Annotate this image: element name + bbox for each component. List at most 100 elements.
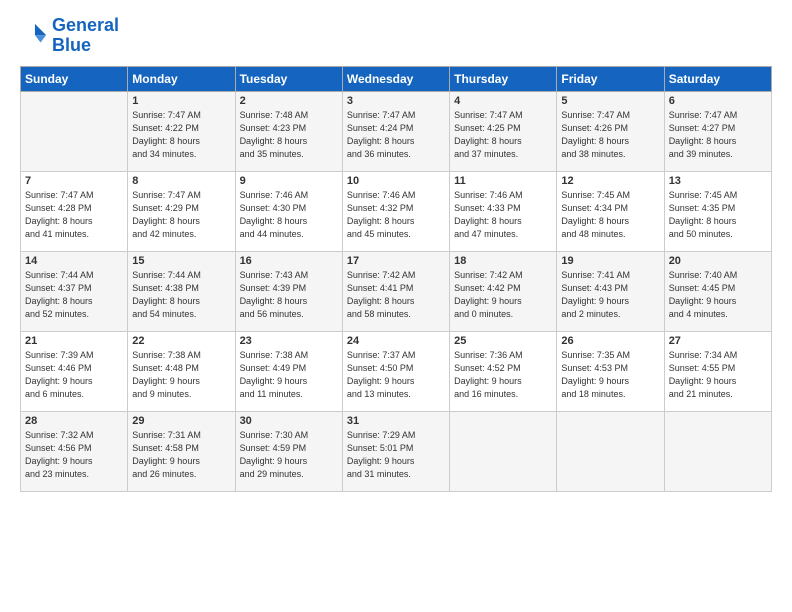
calendar-week-row: 7 Sunrise: 7:47 AM Sunset: 4:28 PM Daylig… (21, 171, 772, 251)
calendar-cell: 17 Sunrise: 7:42 AM Sunset: 4:41 PM Dayli… (342, 251, 449, 331)
day-content: Sunrise: 7:47 AM Sunset: 4:25 PM Dayligh… (454, 109, 552, 161)
day-content: Sunrise: 7:31 AM Sunset: 4:58 PM Dayligh… (132, 429, 230, 481)
day-content: Sunrise: 7:34 AM Sunset: 4:55 PM Dayligh… (669, 349, 767, 401)
day-number: 12 (561, 175, 659, 187)
day-content: Sunrise: 7:43 AM Sunset: 4:39 PM Dayligh… (240, 269, 338, 321)
day-content: Sunrise: 7:47 AM Sunset: 4:22 PM Dayligh… (132, 109, 230, 161)
day-content: Sunrise: 7:44 AM Sunset: 4:38 PM Dayligh… (132, 269, 230, 321)
calendar-cell: 29 Sunrise: 7:31 AM Sunset: 4:58 PM Dayli… (128, 411, 235, 491)
day-number: 31 (347, 415, 445, 427)
day-content: Sunrise: 7:38 AM Sunset: 4:48 PM Dayligh… (132, 349, 230, 401)
calendar-week-row: 14Sunrise: 7:44 AM Sunset: 4:37 PM Dayli… (21, 251, 772, 331)
weekday-header: Saturday (664, 66, 771, 91)
day-number: 16 (240, 255, 338, 267)
weekday-header: Tuesday (235, 66, 342, 91)
calendar-cell (450, 411, 557, 491)
day-content: Sunrise: 7:35 AM Sunset: 4:53 PM Dayligh… (561, 349, 659, 401)
day-content: Sunrise: 7:47 AM Sunset: 4:26 PM Dayligh… (561, 109, 659, 161)
day-number: 15 (132, 255, 230, 267)
calendar-cell: 10Sunrise: 7:46 AM Sunset: 4:32 PM Dayli… (342, 171, 449, 251)
calendar-cell: 1 Sunrise: 7:47 AM Sunset: 4:22 PM Daylig… (128, 91, 235, 171)
logo-text: General Blue (52, 16, 119, 56)
page: General Blue SundayMondayTuesdayWednesda… (0, 0, 792, 612)
day-content: Sunrise: 7:39 AM Sunset: 4:46 PM Dayligh… (25, 349, 123, 401)
calendar-week-row: 1 Sunrise: 7:47 AM Sunset: 4:22 PM Daylig… (21, 91, 772, 171)
day-content: Sunrise: 7:47 AM Sunset: 4:24 PM Dayligh… (347, 109, 445, 161)
day-number: 24 (347, 335, 445, 347)
day-number: 22 (132, 335, 230, 347)
day-content: Sunrise: 7:29 AM Sunset: 5:01 PM Dayligh… (347, 429, 445, 481)
day-number: 20 (669, 255, 767, 267)
day-number: 3 (347, 95, 445, 107)
calendar-cell: 12 Sunrise: 7:45 AM Sunset: 4:34 PM Dayli… (557, 171, 664, 251)
calendar-cell: 22 Sunrise: 7:38 AM Sunset: 4:48 PM Dayli… (128, 331, 235, 411)
day-number: 9 (240, 175, 338, 187)
calendar-cell: 20 Sunrise: 7:40 AM Sunset: 4:45 PM Dayli… (664, 251, 771, 331)
day-number: 6 (669, 95, 767, 107)
day-content: Sunrise: 7:40 AM Sunset: 4:45 PM Dayligh… (669, 269, 767, 321)
day-content: Sunrise: 7:46 AM Sunset: 4:33 PM Dayligh… (454, 189, 552, 241)
calendar-cell (557, 411, 664, 491)
day-number: 23 (240, 335, 338, 347)
day-content: Sunrise: 7:47 AM Sunset: 4:29 PM Dayligh… (132, 189, 230, 241)
calendar-cell: 24 Sunrise: 7:37 AM Sunset: 4:50 PM Dayli… (342, 331, 449, 411)
day-number: 25 (454, 335, 552, 347)
day-number: 17 (347, 255, 445, 267)
day-number: 1 (132, 95, 230, 107)
calendar-cell: 2 Sunrise: 7:48 AM Sunset: 4:23 PM Daylig… (235, 91, 342, 171)
day-content: Sunrise: 7:42 AM Sunset: 4:42 PM Dayligh… (454, 269, 552, 321)
day-content: Sunrise: 7:48 AM Sunset: 4:23 PM Dayligh… (240, 109, 338, 161)
calendar-cell: 3 Sunrise: 7:47 AM Sunset: 4:24 PM Daylig… (342, 91, 449, 171)
calendar-cell: 16 Sunrise: 7:43 AM Sunset: 4:39 PM Dayli… (235, 251, 342, 331)
calendar-cell (664, 411, 771, 491)
calendar-cell: 8Sunrise: 7:47 AM Sunset: 4:29 PM Daylig… (128, 171, 235, 251)
day-content: Sunrise: 7:36 AM Sunset: 4:52 PM Dayligh… (454, 349, 552, 401)
calendar-cell: 14Sunrise: 7:44 AM Sunset: 4:37 PM Dayli… (21, 251, 128, 331)
day-content: Sunrise: 7:45 AM Sunset: 4:34 PM Dayligh… (561, 189, 659, 241)
weekday-header: Wednesday (342, 66, 449, 91)
day-number: 2 (240, 95, 338, 107)
day-number: 27 (669, 335, 767, 347)
day-content: Sunrise: 7:42 AM Sunset: 4:41 PM Dayligh… (347, 269, 445, 321)
calendar-cell: 18Sunrise: 7:42 AM Sunset: 4:42 PM Dayli… (450, 251, 557, 331)
calendar-cell: 5 Sunrise: 7:47 AM Sunset: 4:26 PM Daylig… (557, 91, 664, 171)
calendar-cell: 26Sunrise: 7:35 AM Sunset: 4:53 PM Dayli… (557, 331, 664, 411)
calendar-cell: 23 Sunrise: 7:38 AM Sunset: 4:49 PM Dayli… (235, 331, 342, 411)
day-number: 11 (454, 175, 552, 187)
day-number: 29 (132, 415, 230, 427)
calendar-cell: 4 Sunrise: 7:47 AM Sunset: 4:25 PM Daylig… (450, 91, 557, 171)
day-number: 7 (25, 175, 123, 187)
day-number: 10 (347, 175, 445, 187)
calendar-cell: 27 Sunrise: 7:34 AM Sunset: 4:55 PM Dayli… (664, 331, 771, 411)
day-number: 13 (669, 175, 767, 187)
calendar-cell: 28 Sunrise: 7:32 AM Sunset: 4:56 PM Dayli… (21, 411, 128, 491)
calendar-cell: 15 Sunrise: 7:44 AM Sunset: 4:38 PM Dayli… (128, 251, 235, 331)
day-content: Sunrise: 7:32 AM Sunset: 4:56 PM Dayligh… (25, 429, 123, 481)
weekday-header: Thursday (450, 66, 557, 91)
calendar-cell: 31 Sunrise: 7:29 AM Sunset: 5:01 PM Dayli… (342, 411, 449, 491)
weekday-header: Monday (128, 66, 235, 91)
day-content: Sunrise: 7:47 AM Sunset: 4:28 PM Dayligh… (25, 189, 123, 241)
day-content: Sunrise: 7:45 AM Sunset: 4:35 PM Dayligh… (669, 189, 767, 241)
calendar-week-row: 28 Sunrise: 7:32 AM Sunset: 4:56 PM Dayli… (21, 411, 772, 491)
day-number: 28 (25, 415, 123, 427)
day-content: Sunrise: 7:37 AM Sunset: 4:50 PM Dayligh… (347, 349, 445, 401)
logo: General Blue (20, 16, 119, 56)
calendar-table: SundayMondayTuesdayWednesdayThursdayFrid… (20, 66, 772, 492)
day-content: Sunrise: 7:41 AM Sunset: 4:43 PM Dayligh… (561, 269, 659, 321)
logo-icon (20, 22, 48, 50)
day-content: Sunrise: 7:38 AM Sunset: 4:49 PM Dayligh… (240, 349, 338, 401)
calendar-cell: 7 Sunrise: 7:47 AM Sunset: 4:28 PM Daylig… (21, 171, 128, 251)
weekday-header: Friday (557, 66, 664, 91)
header: General Blue (20, 16, 772, 56)
calendar-cell: 25 Sunrise: 7:36 AM Sunset: 4:52 PM Dayli… (450, 331, 557, 411)
day-content: Sunrise: 7:30 AM Sunset: 4:59 PM Dayligh… (240, 429, 338, 481)
calendar-cell: 13 Sunrise: 7:45 AM Sunset: 4:35 PM Dayli… (664, 171, 771, 251)
day-content: Sunrise: 7:46 AM Sunset: 4:30 PM Dayligh… (240, 189, 338, 241)
calendar-week-row: 21Sunrise: 7:39 AM Sunset: 4:46 PM Dayli… (21, 331, 772, 411)
calendar-cell: 30Sunrise: 7:30 AM Sunset: 4:59 PM Dayli… (235, 411, 342, 491)
day-number: 14 (25, 255, 123, 267)
day-number: 5 (561, 95, 659, 107)
day-number: 4 (454, 95, 552, 107)
calendar-cell: 19Sunrise: 7:41 AM Sunset: 4:43 PM Dayli… (557, 251, 664, 331)
